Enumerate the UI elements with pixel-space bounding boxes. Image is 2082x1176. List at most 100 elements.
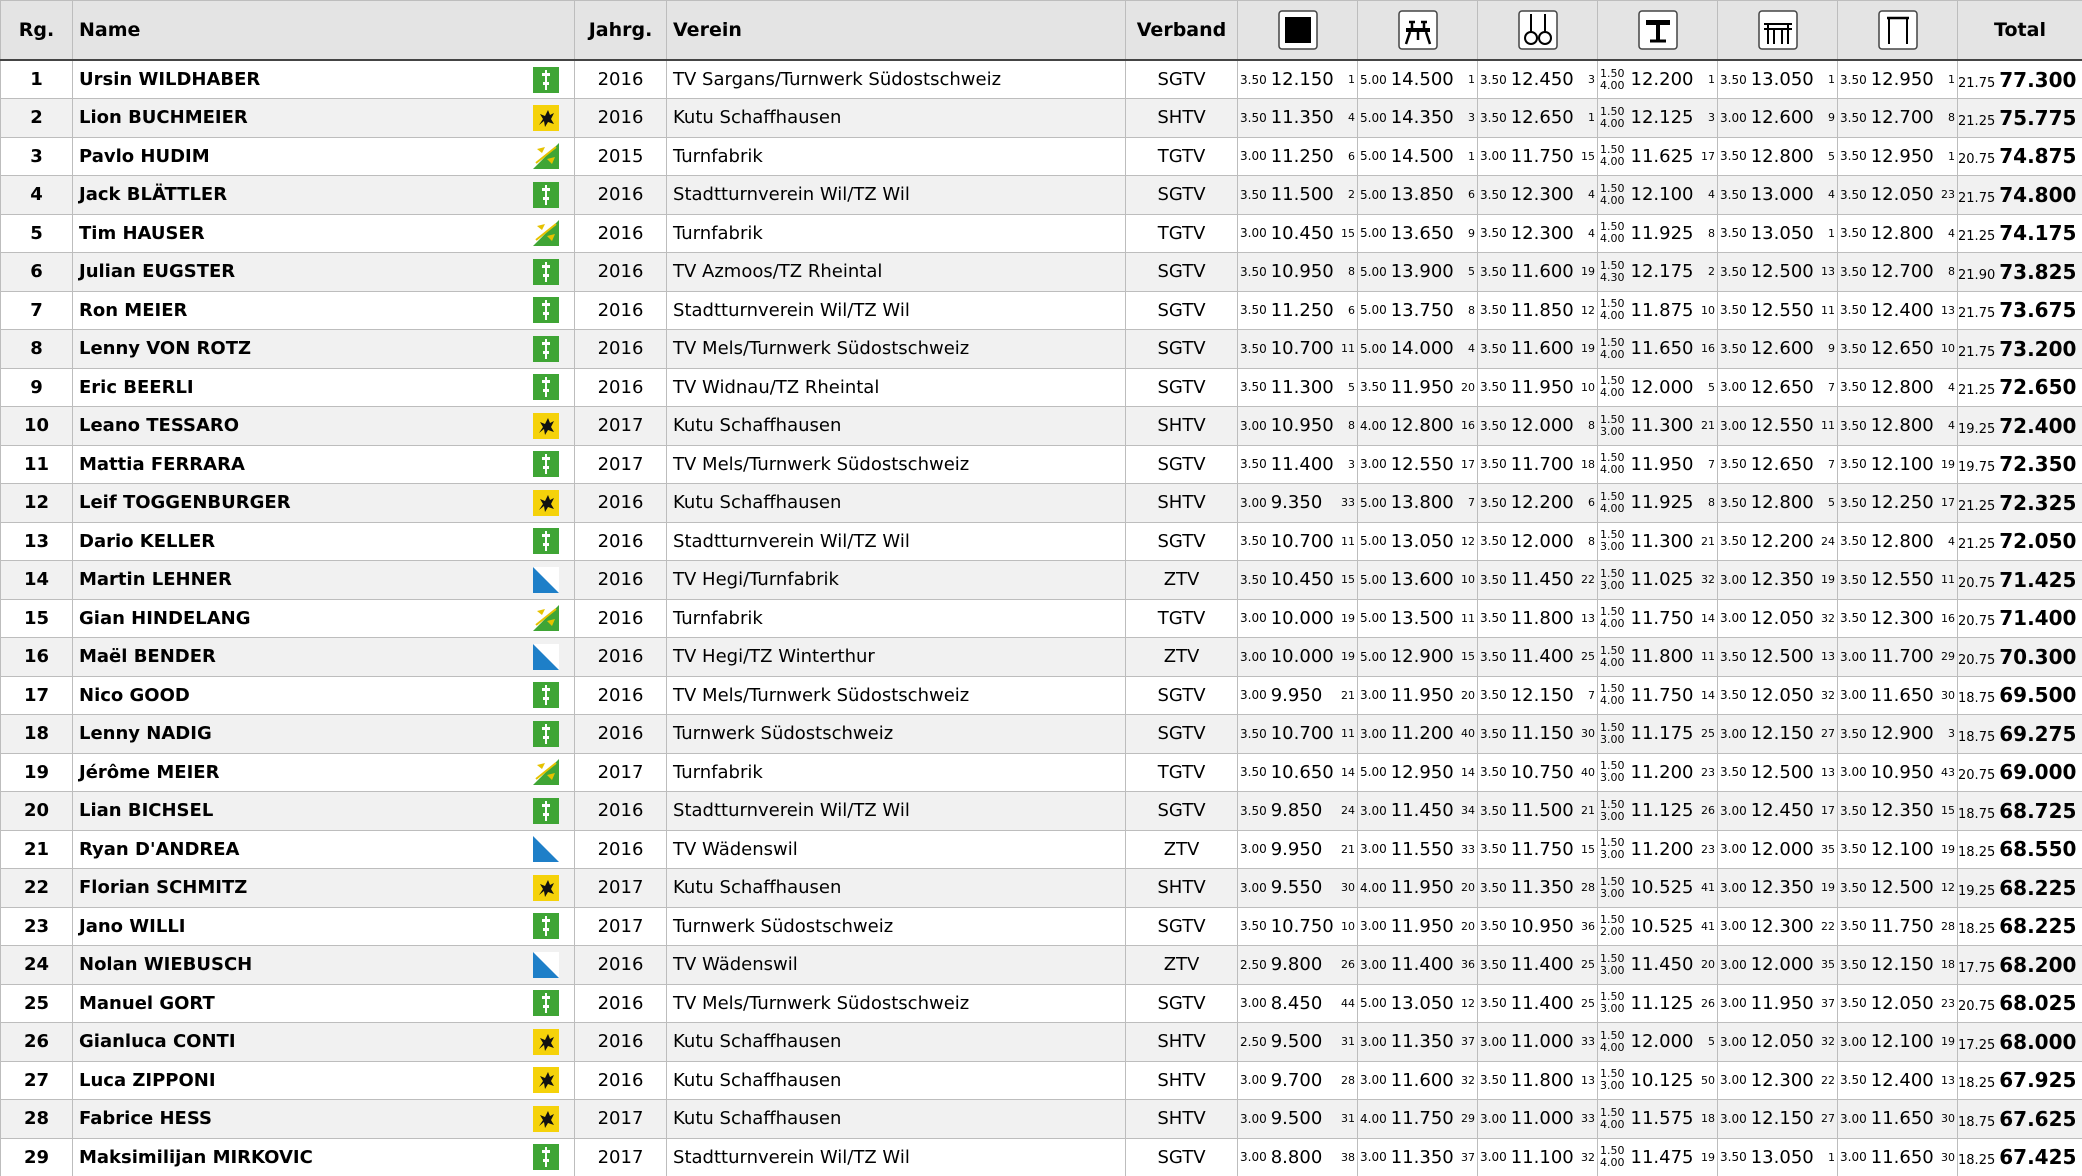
- d-score: 3.50: [1720, 149, 1747, 164]
- association-cell: SGTV: [1125, 1137, 1239, 1176]
- table-row[interactable]: 20 Lian BICHSEL 2016 Stadtturnverein Wil/TZ…: [0, 791, 2082, 831]
- athlete-name[interactable]: Nolan WIEBUSCH: [72, 945, 533, 985]
- athlete-name[interactable]: Ursin WILDHABER: [72, 59, 533, 99]
- table-row[interactable]: 25 Manuel GORT 2016 TV Mels/Turnwerk Südost…: [0, 983, 2082, 1023]
- apparatus-score-cell: 3.50 12.650 1: [1477, 98, 1599, 138]
- header-rings[interactable]: [1477, 0, 1599, 61]
- header-high-bar[interactable]: [1837, 0, 1959, 61]
- athlete-name[interactable]: Nico GOOD: [72, 675, 533, 715]
- athlete-name[interactable]: Florian SCHMITZ: [72, 868, 533, 908]
- athlete-name[interactable]: Dario KELLER: [72, 521, 533, 561]
- table-row[interactable]: 4 Jack BLÄTTLER 2016 Stadtturnverein Wil/TZ…: [0, 175, 2082, 215]
- total-d-score: 19.25: [1958, 883, 1996, 899]
- header-total[interactable]: Total: [1957, 0, 2082, 61]
- header-association[interactable]: Verband: [1125, 0, 1239, 61]
- header-parallel-bars[interactable]: [1717, 0, 1839, 61]
- table-row[interactable]: 14 Martin LEHNER 2016 TV Hegi/Turnfabrik ZTV…: [0, 560, 2082, 600]
- d-score: 3.00: [1720, 803, 1747, 818]
- apparatus-score-cell: 3.50 11.850 12: [1477, 290, 1599, 330]
- header-year[interactable]: Jahrg.: [574, 0, 668, 61]
- header-rank[interactable]: Rg.: [0, 0, 73, 61]
- table-row[interactable]: 9 Eric BEERLI 2016 TV Widnau/TZ Rheintal SGT…: [0, 367, 2082, 407]
- table-row[interactable]: 27 Luca ZIPPONI 2016 Kutu Schaffhausen SHTV 3…: [0, 1060, 2082, 1100]
- athlete-name[interactable]: Lion BUCHMEIER: [72, 98, 533, 138]
- athlete-name[interactable]: Jano WILLI: [72, 906, 533, 946]
- athlete-name[interactable]: Luca ZIPPONI: [72, 1060, 533, 1100]
- header-vault[interactable]: [1597, 0, 1719, 61]
- final-score: 12.500: [1750, 646, 1814, 668]
- table-row[interactable]: 3 Pavlo HUDIM 2015 Turnfabrik TGTV 3.00 11.250…: [0, 136, 2082, 176]
- apparatus-rank: 3: [1948, 727, 1956, 741]
- athlete-name[interactable]: Gianluca CONTI: [72, 1022, 533, 1062]
- athlete-name[interactable]: Lenny VON ROTZ: [72, 329, 533, 369]
- athlete-name[interactable]: Pavlo HUDIM: [72, 136, 533, 176]
- table-row[interactable]: 18 Lenny NADIG 2016 Turnwerk Südostschweiz S…: [0, 714, 2082, 754]
- athlete-name[interactable]: Ryan D'ANDREA: [72, 829, 533, 869]
- athlete-name[interactable]: Tim HAUSER: [72, 213, 533, 253]
- athlete-name[interactable]: Maël BENDER: [72, 637, 533, 677]
- table-row[interactable]: 2 Lion BUCHMEIER 2016 Kutu Schaffhausen SHTV…: [0, 98, 2082, 138]
- athlete-name[interactable]: Lenny NADIG: [72, 714, 533, 754]
- apparatus-score-cell: 1.50 3.00 11.125 26: [1597, 983, 1719, 1023]
- table-row[interactable]: 21 Ryan D'ANDREA 2016 TV Wädenswil ZTV 3.00 9.…: [0, 829, 2082, 869]
- table-row[interactable]: 7 Ron MEIER 2016 Stadtturnverein Wil/TZ Wil…: [0, 290, 2082, 330]
- apparatus-rank: 26: [1701, 996, 1716, 1010]
- d-score: 3.50: [1480, 341, 1507, 356]
- athlete-name[interactable]: Lian BICHSEL: [72, 791, 533, 831]
- total-d-score: 21.75: [1958, 75, 1996, 91]
- header-club[interactable]: Verein: [666, 0, 1127, 61]
- table-row[interactable]: 19 Jérôme MEIER 2017 Turnfabrik TGTV 3.50 10.6…: [0, 752, 2082, 792]
- header-name[interactable]: Name: [71, 0, 576, 61]
- athlete-name[interactable]: Maksimilijan MIRKOVIC: [72, 1137, 533, 1176]
- table-row[interactable]: 26 Gianluca CONTI 2016 Kutu Schaffhausen SHT…: [0, 1022, 2082, 1062]
- table-row[interactable]: 22 Florian SCHMITZ 2017 Kutu Schaffhausen SH…: [0, 868, 2082, 908]
- d-score-top: 1.50: [1600, 1105, 1625, 1119]
- athlete-name[interactable]: Jérôme MEIER: [72, 752, 533, 792]
- table-row[interactable]: 11 Mattia FERRARA 2017 TV Mels/Turnwerk Süd…: [0, 444, 2082, 484]
- d-score: 3.50: [1840, 457, 1867, 472]
- table-row[interactable]: 12 Leif TOGGENBURGER 2016 Kutu Schaffhausen…: [0, 483, 2082, 523]
- final-score: 12.650: [1870, 338, 1934, 360]
- table-row[interactable]: 5 Tim HAUSER 2016 Turnfabrik TGTV 3.00 10.450 1…: [0, 213, 2082, 253]
- apparatus-score-cell: 4.00 11.750 29: [1357, 1099, 1479, 1139]
- athlete-name[interactable]: Eric BEERLI: [72, 367, 533, 407]
- table-row[interactable]: 16 Maël BENDER 2016 TV Hegi/TZ Winterthur ZT…: [0, 637, 2082, 677]
- table-row[interactable]: 24 Nolan WIEBUSCH 2016 TV Wädenswil ZTV 2.50 9…: [0, 945, 2082, 985]
- athlete-name[interactable]: Gian HINDELANG: [72, 598, 533, 638]
- athlete-name[interactable]: Fabrice HESS: [72, 1099, 533, 1139]
- total-score: 77.300: [1999, 67, 2077, 92]
- header-pommel-horse[interactable]: [1357, 0, 1479, 61]
- header-floor[interactable]: [1237, 0, 1359, 61]
- total-d-score: 20.75: [1958, 768, 1996, 784]
- table-row[interactable]: 23 Jano WILLI 2017 Turnwerk Südostschweiz SG…: [0, 906, 2082, 946]
- apparatus-rank: 7: [1588, 688, 1596, 702]
- athlete-name[interactable]: Mattia FERRARA: [72, 444, 533, 484]
- birth-year-cell: 2016: [574, 1022, 668, 1062]
- table-row[interactable]: 17 Nico GOOD 2016 TV Mels/Turnwerk Südostsc…: [0, 675, 2082, 715]
- athlete-name[interactable]: Manuel GORT: [72, 983, 533, 1023]
- table-row[interactable]: 6 Julian EUGSTER 2016 TV Azmoos/TZ Rheintal…: [0, 252, 2082, 292]
- apparatus-score-cell: 1.50 4.00 12.000 5: [1597, 1022, 1719, 1062]
- table-row[interactable]: 10 Leano TESSARO 2017 Kutu Schaffhausen SHTV…: [0, 406, 2082, 446]
- athlete-name[interactable]: Julian EUGSTER: [72, 252, 533, 292]
- final-score: 11.400: [1390, 954, 1454, 976]
- final-score: 12.550: [1750, 415, 1814, 437]
- apparatus-rank: 21: [1701, 419, 1716, 433]
- athlete-name[interactable]: Jack BLÄTTLER: [72, 175, 533, 215]
- apparatus-rank: 32: [1821, 611, 1836, 625]
- d-score-bottom: 3.00: [1600, 578, 1625, 592]
- apparatus-rank: 8: [1348, 265, 1356, 279]
- athlete-name[interactable]: Leif TOGGENBURGER: [72, 483, 533, 523]
- table-row[interactable]: 28 Fabrice HESS 2017 Kutu Schaffhausen SHTV 3…: [0, 1099, 2082, 1139]
- table-row[interactable]: 1 Ursin WILDHABER 2016 TV Sargans/Turnwerk …: [0, 59, 2082, 99]
- table-row[interactable]: 13 Dario KELLER 2016 Stadtturnverein Wil/TZ…: [0, 521, 2082, 561]
- athlete-name[interactable]: Ron MEIER: [72, 290, 533, 330]
- athlete-name[interactable]: Martin LEHNER: [72, 560, 533, 600]
- birth-year-cell: 2017: [574, 1137, 668, 1176]
- table-row[interactable]: 15 Gian HINDELANG 2016 Turnfabrik TGTV 3.00 10…: [0, 598, 2082, 638]
- table-row[interactable]: 29 Maksimilijan MIRKOVIC 2017 Stadtturnvere…: [0, 1137, 2082, 1176]
- apparatus-score-cell: 3.50 12.950 1: [1837, 59, 1959, 99]
- d-score: 3.50: [1720, 303, 1747, 318]
- athlete-name[interactable]: Leano TESSARO: [72, 406, 533, 446]
- table-row[interactable]: 8 Lenny VON ROTZ 2016 TV Mels/Turnwerk Südo…: [0, 329, 2082, 369]
